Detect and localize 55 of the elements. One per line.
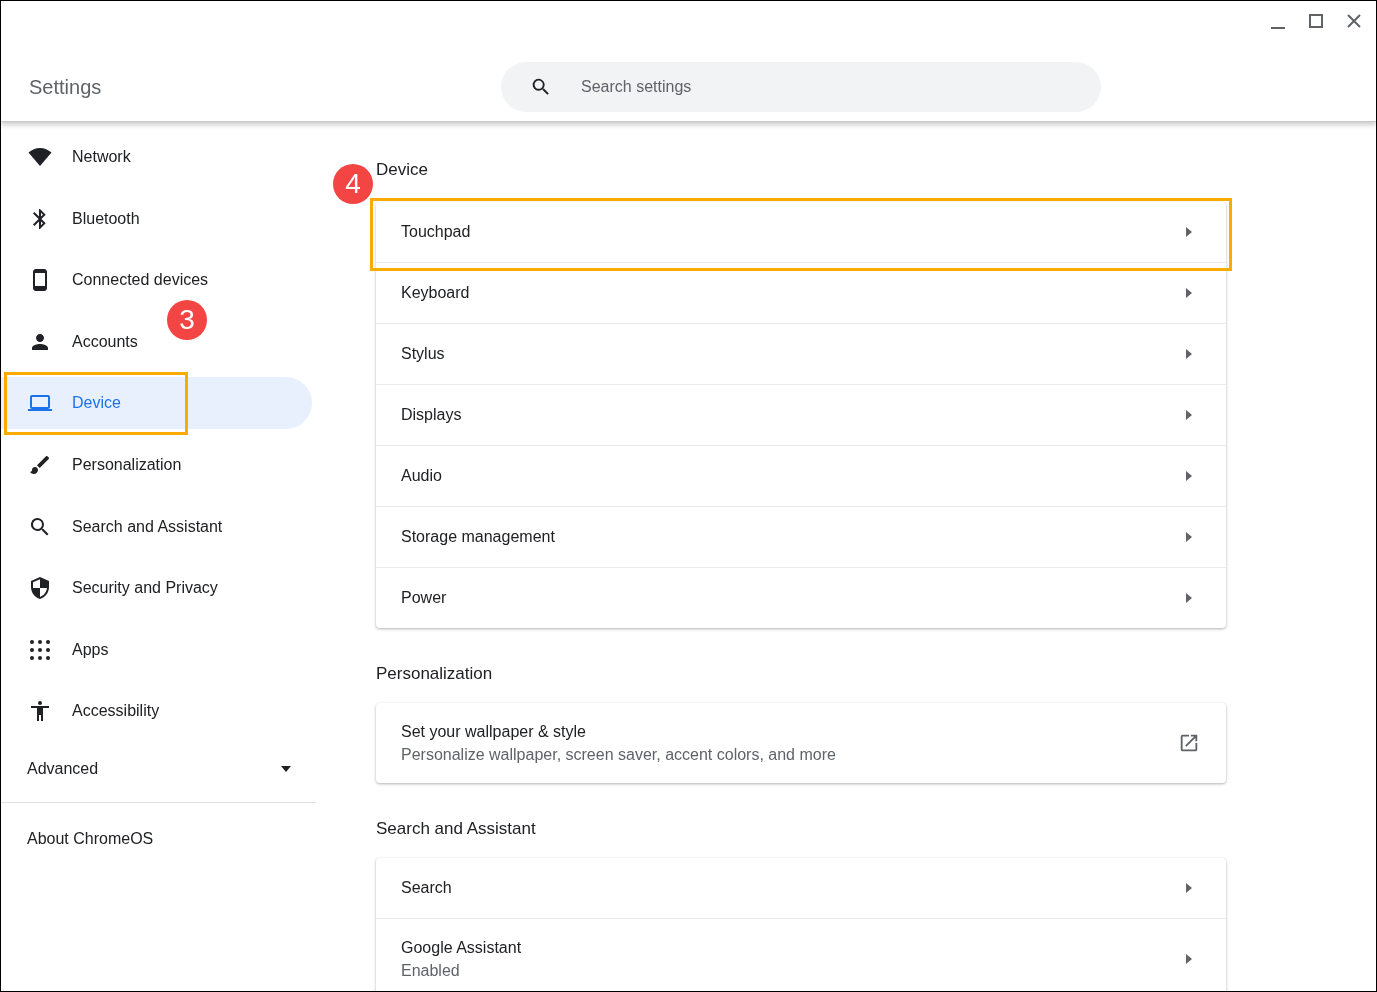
row-label: Touchpad (401, 222, 472, 242)
chevron-right-icon (1186, 349, 1192, 359)
row-label: Stylus (401, 344, 446, 364)
section-heading: Device (376, 159, 429, 181)
row-description: Enabled (401, 961, 461, 981)
sidebar-item[interactable]: Network (1, 131, 137, 183)
row-label: Storage management (401, 527, 556, 547)
settings-row[interactable]: Search (376, 858, 1226, 918)
section-heading: Search and Assistant (376, 818, 537, 840)
row-label: Search (401, 878, 453, 898)
chevron-right-icon (1186, 471, 1192, 481)
chevron-right-icon (1186, 883, 1192, 893)
settings-row[interactable]: Power (376, 568, 1226, 628)
section-heading: Personalization (376, 663, 494, 685)
search-icon (530, 76, 552, 98)
settings-row[interactable]: Keyboard (376, 263, 1226, 323)
row-description: Personalize wallpaper, screen saver, accent colors, and more (401, 745, 837, 765)
row-label: Set your wallpaper & style (401, 722, 587, 742)
accessibility-icon (28, 699, 52, 724)
search-field[interactable]: Search settings (501, 62, 1101, 112)
settings-row[interactable]: Set your wallpaper & style Personalize wallpaper, screen saver, accent colors, and more (376, 703, 1226, 783)
settings-row[interactable]: Google Assistant Enabled (376, 919, 1226, 991)
step-number-badge: 4 (333, 164, 373, 204)
settings-row[interactable]: Audio (376, 446, 1226, 506)
settings-row[interactable]: Storage management (376, 507, 1226, 567)
settings-row[interactable]: Displays (376, 385, 1226, 445)
shield-icon (28, 576, 52, 601)
settings-row[interactable]: Stylus (376, 324, 1226, 384)
sidebar-item[interactable]: Bluetooth (1, 192, 146, 245)
sidebar-item[interactable]: Personalization (1, 438, 188, 491)
sidebar-item[interactable]: Apps (1, 623, 115, 676)
row-label: Displays (401, 405, 463, 425)
row-label: Keyboard (401, 283, 471, 303)
sidebar-item[interactable]: Search and Assistant (1, 500, 229, 553)
row-label: Audio (401, 466, 443, 486)
chevron-right-icon (1186, 410, 1192, 420)
settings-row[interactable]: Touchpad (376, 202, 1226, 262)
external-link-icon[interactable] (1178, 732, 1200, 754)
sidebar-item[interactable]: Accounts (1, 315, 144, 368)
chevron-right-icon (1186, 532, 1192, 542)
sidebar-item[interactable]: Device (1, 377, 312, 430)
grid-icon (28, 637, 52, 662)
chevron-right-icon (1186, 227, 1192, 237)
advanced-toggle[interactable]: Advanced (1, 743, 316, 796)
step-number-badge: 3 (167, 299, 207, 340)
sidebar-item[interactable]: Accessibility (1, 685, 166, 738)
chevron-right-icon (1186, 288, 1192, 298)
chevron-right-icon (1186, 954, 1192, 964)
about-link[interactable]: About ChromeOS (1, 813, 316, 866)
chevron-right-icon (1186, 593, 1192, 603)
row-label: Google Assistant (401, 938, 523, 958)
window-title: Settings (29, 75, 102, 99)
sidebar-item[interactable]: Security and Privacy (1, 562, 224, 615)
maximize-icon[interactable] (1306, 11, 1326, 31)
row-label: Power (401, 588, 448, 608)
